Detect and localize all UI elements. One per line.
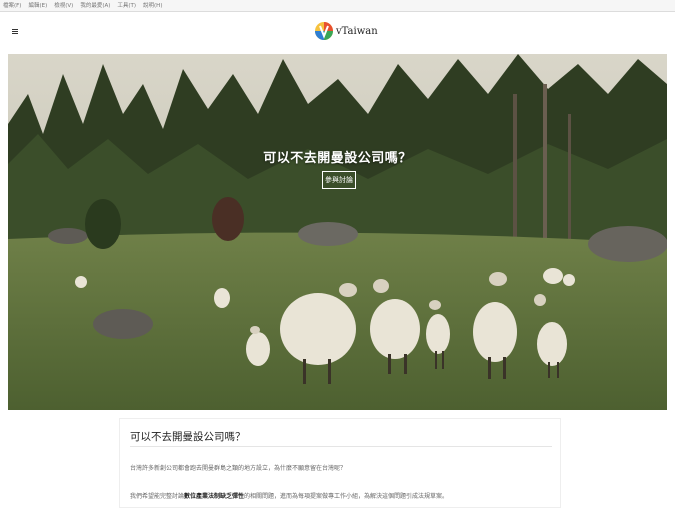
article-paragraph-1: 台灣許多新創公司都會跑去開曼群島之類的地方設立，為什麼不願意留在台灣呢？ [130,465,347,472]
menu-view[interactable]: 檢視(V) [54,0,73,12]
divider [130,446,552,447]
article-paragraph-2: 我們希望能完整討論數位產業法制缺乏彈性的相關問題，進而為每項提案做專工作小組，為… [130,491,448,500]
paragraph-2-emphasis: 數位產業法制缺乏彈性 [184,493,245,500]
paragraph-2-lead: 我們希望能完整討論 [130,493,185,500]
menu-edit[interactable]: 編輯(E) [28,0,47,12]
menu-file[interactable]: 檔案(F) [3,0,21,12]
brand-name: vTaiwan [336,25,378,37]
hero-sheep-photo [8,54,667,410]
hamburger-icon[interactable] [12,29,18,34]
hero-banner: 可以不去開曼設公司嗎？ 參與討論 [8,54,667,410]
menu-favorites[interactable]: 我的最愛(A) [80,0,110,12]
site-navbar: vTaiwan [0,12,675,50]
menu-bar: 檔案(F) 編輯(E) 檢視(V) 我的最愛(A) 工具(T) 說明(H) [0,0,675,12]
menu-help[interactable]: 說明(H) [143,0,162,12]
menu-tools[interactable]: 工具(T) [117,0,136,12]
site-brand[interactable]: vTaiwan [314,20,378,42]
vtaiwan-logo-icon [315,22,333,40]
hero-title: 可以不去開曼設公司嗎？ [263,151,412,166]
paragraph-2-tail: 的相關問題，進而為每項提案做專工作小組，為解決這個問題引成法規草案。 [244,493,449,500]
article-card: 可以不去開曼設公司嗎？ 台灣許多新創公司都會跑去開曼群島之類的地方設立，為什麼不… [119,418,561,508]
join-discussion-button[interactable]: 參與討論 [322,171,356,189]
article-title: 可以不去開曼設公司嗎？ [130,431,246,443]
